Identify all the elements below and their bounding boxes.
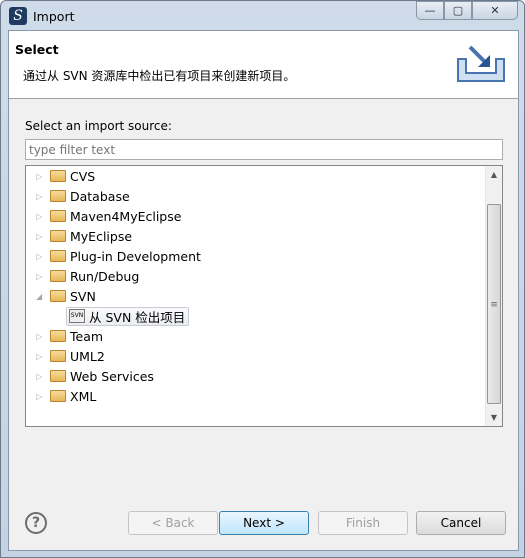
tree-item-maven4myeclipse[interactable]: ▷ Maven4MyEclipse — [26, 206, 181, 226]
minimize-button[interactable]: — — [416, 1, 444, 20]
import-dialog: S Import — ▢ ✕ Select 通过从 SVN 资源库中检出已有项目… — [0, 0, 525, 558]
folder-icon — [50, 290, 66, 302]
tree-item-myeclipse[interactable]: ▷ MyEclipse — [26, 226, 132, 246]
expand-arrow-icon[interactable]: ▷ — [36, 212, 46, 221]
tree-item-label: CVS — [70, 168, 96, 184]
expand-arrow-icon[interactable]: ▷ — [36, 392, 46, 401]
tree-item-label: Team — [70, 328, 104, 344]
tree-item-uml2[interactable]: ▷ UML2 — [26, 346, 105, 366]
folder-icon — [50, 170, 66, 182]
expand-arrow-icon[interactable]: ▷ — [36, 252, 46, 261]
help-button[interactable]: ? — [25, 512, 47, 534]
tree-item-web-services[interactable]: ▷ Web Services — [26, 366, 154, 386]
collapse-arrow-icon[interactable]: ◢ — [36, 292, 46, 301]
tree-item-label: Plug-in Development — [70, 248, 201, 264]
scroll-up-arrow-icon[interactable]: ▲ — [486, 166, 502, 183]
tree-item-label: 从 SVN 检出项目 — [89, 309, 186, 325]
import-source-label: Select an import source: — [25, 119, 172, 133]
folder-icon — [50, 350, 66, 362]
expand-arrow-icon[interactable]: ▷ — [36, 172, 46, 181]
import-source-tree: ▷ CVS ▷ Database ▷ Maven4MyEclipse ▷ MyEclip… — [25, 165, 503, 427]
app-logo-icon: S — [9, 7, 27, 25]
folder-icon — [50, 370, 66, 382]
tree-item-label: UML2 — [70, 348, 105, 364]
next-button[interactable]: Next > — [219, 511, 309, 535]
tree-item-plugin-development[interactable]: ▷ Plug-in Development — [26, 246, 201, 266]
dialog-body: Select 通过从 SVN 资源库中检出已有项目来创建新项目。 Select … — [8, 30, 519, 551]
folder-icon — [50, 210, 66, 222]
tree-item-label: Database — [70, 188, 130, 204]
tree-item-xml[interactable]: ▷ XML — [26, 386, 96, 406]
tree-item-svn-checkout[interactable]: SVN 从 SVN 检出项目 — [66, 306, 190, 326]
folder-icon — [50, 390, 66, 402]
tree-item-cvs[interactable]: ▷ CVS — [26, 166, 95, 186]
filter-input[interactable] — [25, 139, 503, 160]
scrollbar-thumb[interactable]: ≡ — [487, 204, 501, 404]
expand-arrow-icon[interactable]: ▷ — [36, 352, 46, 361]
tree-item-run-debug[interactable]: ▷ Run/Debug — [26, 266, 139, 286]
back-button[interactable]: < Back — [128, 511, 218, 535]
maximize-button[interactable]: ▢ — [444, 1, 472, 20]
folder-icon — [50, 270, 66, 282]
svn-checkout-icon: SVN — [69, 309, 85, 323]
wizard-header: Select 通过从 SVN 资源库中检出已有项目来创建新项目。 — [9, 31, 518, 99]
tree-item-label: SVN — [70, 288, 96, 304]
page-title: Select — [15, 42, 59, 57]
finish-button[interactable]: Finish — [318, 511, 408, 535]
expand-arrow-icon[interactable]: ▷ — [36, 332, 46, 341]
title-bar: S Import — [9, 5, 75, 27]
cancel-button[interactable]: Cancel — [416, 511, 506, 535]
expand-arrow-icon[interactable]: ▷ — [36, 372, 46, 381]
close-button[interactable]: ✕ — [472, 1, 518, 20]
tree-item-label: MyEclipse — [70, 228, 133, 244]
window-title: Import — [33, 8, 75, 24]
import-wizard-icon — [457, 45, 505, 82]
scroll-down-arrow-icon[interactable]: ▼ — [486, 409, 502, 426]
tree-item-label: Web Services — [70, 368, 154, 384]
tree-item-database[interactable]: ▷ Database — [26, 186, 130, 206]
folder-icon — [50, 190, 66, 202]
tree-item-team[interactable]: ▷ Team — [26, 326, 103, 346]
tree-item-label: XML — [70, 388, 97, 404]
expand-arrow-icon[interactable]: ▷ — [36, 272, 46, 281]
tree-item-svn[interactable]: ◢ SVN — [26, 286, 96, 306]
tree-item-label: Maven4MyEclipse — [70, 208, 182, 224]
expand-arrow-icon[interactable]: ▷ — [36, 192, 46, 201]
vertical-scrollbar[interactable]: ▲ ≡ ▼ — [485, 166, 502, 426]
tree-item-label: Run/Debug — [70, 268, 140, 284]
folder-icon — [50, 330, 66, 342]
page-description: 通过从 SVN 资源库中检出已有项目来创建新项目。 — [23, 69, 296, 83]
folder-icon — [50, 230, 66, 242]
folder-icon — [50, 250, 66, 262]
expand-arrow-icon[interactable]: ▷ — [36, 232, 46, 241]
